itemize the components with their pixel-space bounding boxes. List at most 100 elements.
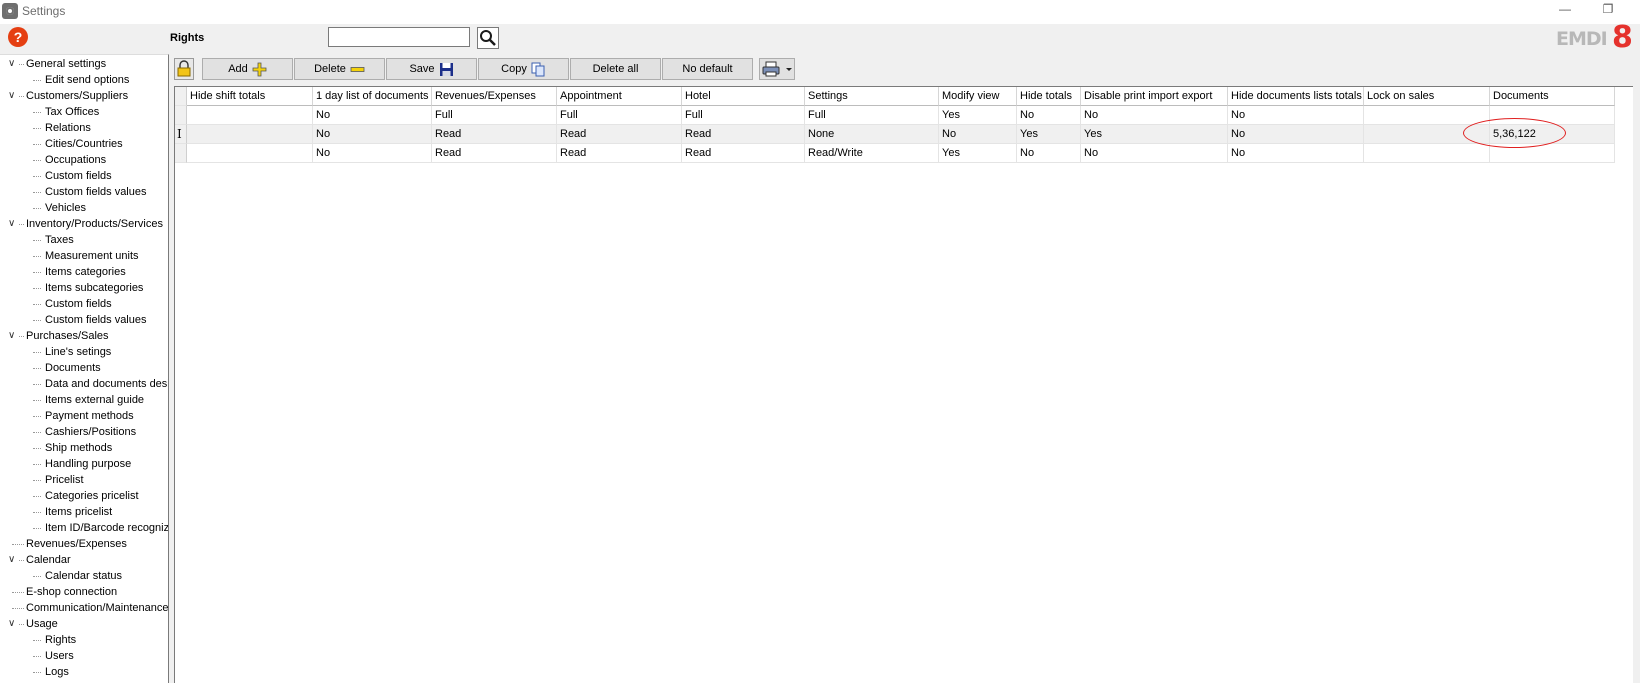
print-button[interactable] [759, 58, 795, 80]
column-header[interactable]: Revenues/Expenses [432, 87, 557, 106]
sidebar-item[interactable]: Custom fields values [0, 184, 168, 200]
column-header[interactable]: Hide shift totals [187, 87, 313, 106]
grid-cell[interactable]: Read [432, 144, 557, 163]
delete-button[interactable]: Delete [294, 58, 385, 80]
grid-cell[interactable]: No [1228, 106, 1364, 125]
no-default-button[interactable]: No default [662, 58, 753, 80]
sidebar-item[interactable]: Handling purpose [0, 456, 168, 472]
chevron-down-icon[interactable]: ∨ [8, 552, 18, 568]
grid-cell[interactable]: Full [682, 106, 805, 125]
sidebar-item[interactable]: Categories pricelist [0, 488, 168, 504]
sidebar-item[interactable]: E-shop connection [0, 584, 168, 600]
grid-cell[interactable] [187, 125, 313, 144]
column-header[interactable]: Documents [1490, 87, 1615, 106]
sidebar-item[interactable]: Revenues/Expenses [0, 536, 168, 552]
column-header[interactable]: Disable print import export [1081, 87, 1228, 106]
sidebar-item[interactable]: Calendar status [0, 568, 168, 584]
sidebar-item[interactable]: Items pricelist [0, 504, 168, 520]
grid-cell[interactable]: Yes [1017, 125, 1081, 144]
sidebar-item[interactable]: Communication/Maintenance [0, 600, 168, 616]
table-row[interactable]: No Read Read Read Read/Write Yes No No No [175, 144, 1615, 163]
row-header[interactable] [175, 144, 187, 163]
sidebar-item[interactable]: ∨ Inventory/Products/Services [0, 216, 168, 232]
sidebar-item[interactable]: Cities/Countries [0, 136, 168, 152]
sidebar-item[interactable]: Documents [0, 360, 168, 376]
delete-all-button[interactable]: Delete all [570, 58, 661, 80]
grid-cell[interactable]: Full [557, 106, 682, 125]
grid-cell[interactable] [1364, 106, 1490, 125]
row-header[interactable]: I [175, 125, 187, 144]
grid-cell[interactable]: Read [682, 144, 805, 163]
search-input[interactable] [328, 27, 470, 47]
sidebar-item[interactable]: Data and documents desi [0, 376, 168, 392]
sidebar-item[interactable]: Occupations [0, 152, 168, 168]
chevron-down-icon[interactable]: ∨ [8, 56, 18, 72]
grid-cell[interactable]: No [313, 106, 432, 125]
chevron-down-icon[interactable]: ∨ [8, 216, 18, 232]
grid-cell[interactable]: Yes [1081, 125, 1228, 144]
table-row[interactable]: I No Read Read Read None No Yes Yes No 5,36,122 [175, 125, 1615, 144]
column-header[interactable]: Lock on sales [1364, 87, 1490, 106]
column-header[interactable]: Appointment [557, 87, 682, 106]
lock-button[interactable] [174, 58, 194, 80]
chevron-down-icon[interactable] [784, 59, 794, 79]
sidebar-item[interactable]: Items categories [0, 264, 168, 280]
grid-cell[interactable]: Read [682, 125, 805, 144]
sidebar-item[interactable]: Items subcategories [0, 280, 168, 296]
sidebar-item[interactable]: Ship methods [0, 440, 168, 456]
restore-button[interactable]: ❐ [1598, 2, 1618, 18]
row-header[interactable] [175, 87, 187, 106]
grid-cell[interactable]: No [1081, 106, 1228, 125]
grid-cell[interactable]: Read [557, 125, 682, 144]
grid-cell[interactable] [187, 144, 313, 163]
sidebar-item[interactable]: Line's setings [0, 344, 168, 360]
sidebar-item[interactable]: Custom fields values [0, 312, 168, 328]
grid-cell[interactable]: No [1228, 144, 1364, 163]
sidebar-item[interactable]: ∨ Calendar [0, 552, 168, 568]
search-button[interactable] [477, 27, 499, 49]
help-icon[interactable]: ? [8, 27, 28, 47]
grid-cell[interactable]: No [1081, 144, 1228, 163]
grid-cell[interactable] [187, 106, 313, 125]
grid-cell[interactable]: No [1228, 125, 1364, 144]
sidebar-item[interactable]: Cashiers/Positions [0, 424, 168, 440]
sidebar-item[interactable]: Rights [0, 632, 168, 648]
sidebar-item[interactable]: Custom fields [0, 296, 168, 312]
sidebar-item[interactable]: Tax Offices [0, 104, 168, 120]
chevron-down-icon[interactable]: ∨ [8, 328, 18, 344]
grid-cell[interactable]: None [805, 125, 939, 144]
sidebar-item[interactable]: Vehicles [0, 200, 168, 216]
grid-cell[interactable]: Read/Write [805, 144, 939, 163]
grid-cell[interactable]: Yes [939, 144, 1017, 163]
sidebar-item[interactable]: ∨ General settings [0, 56, 168, 72]
grid-cell[interactable]: Full [805, 106, 939, 125]
sidebar-item[interactable]: Items external guide [0, 392, 168, 408]
sidebar-item[interactable]: Users [0, 648, 168, 664]
grid-cell[interactable]: No [939, 125, 1017, 144]
grid-cell[interactable]: No [313, 144, 432, 163]
grid-cell[interactable]: Read [432, 125, 557, 144]
column-header[interactable]: 1 day list of documents [313, 87, 432, 106]
grid-cell[interactable]: Yes [939, 106, 1017, 125]
column-header[interactable]: Hide documents lists totals [1228, 87, 1364, 106]
copy-button[interactable]: Copy [478, 58, 569, 80]
column-header[interactable]: Settings [805, 87, 939, 106]
chevron-down-icon[interactable]: ∨ [8, 88, 18, 104]
add-button[interactable]: Add [202, 58, 293, 80]
sidebar-item[interactable]: Payment methods [0, 408, 168, 424]
column-header[interactable]: Hide totals [1017, 87, 1081, 106]
column-header[interactable]: Modify view [939, 87, 1017, 106]
table-row[interactable]: No Full Full Full Full Yes No No No [175, 106, 1615, 125]
minimize-button[interactable]: — [1555, 2, 1575, 18]
sidebar-item[interactable]: ∨ Customers/Suppliers [0, 88, 168, 104]
sidebar-item[interactable]: Measurement units [0, 248, 168, 264]
sidebar-item[interactable]: Edit send options [0, 72, 168, 88]
sidebar-item[interactable]: Taxes [0, 232, 168, 248]
grid-cell[interactable] [1364, 144, 1490, 163]
row-header[interactable] [175, 106, 187, 125]
sidebar-item[interactable]: Relations [0, 120, 168, 136]
sidebar-item[interactable]: ∨ Purchases/Sales [0, 328, 168, 344]
grid-cell[interactable]: No [1017, 106, 1081, 125]
settings-tree[interactable]: ∨ General settings Edit send options ∨ Custo… [0, 54, 169, 683]
column-header[interactable]: Hotel [682, 87, 805, 106]
